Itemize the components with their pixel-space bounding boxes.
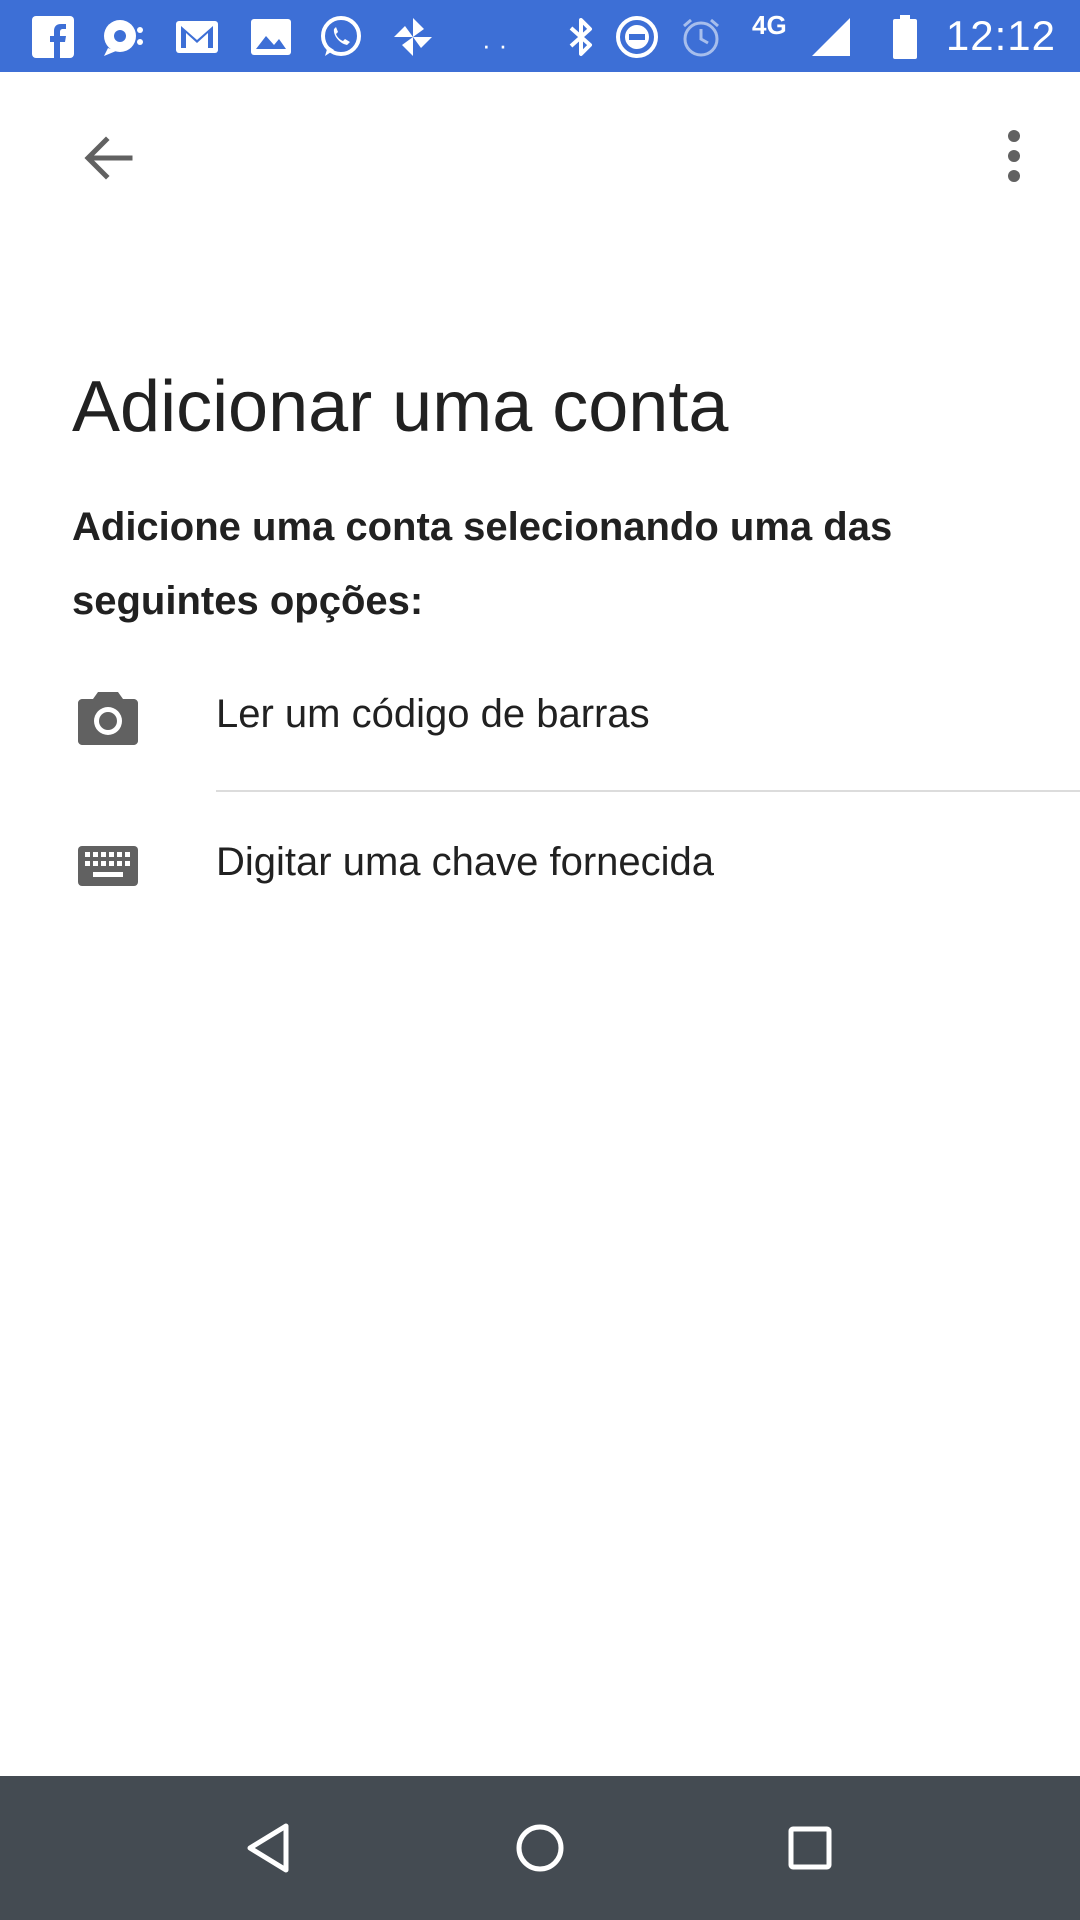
network-type-label: 4G [752,10,787,40]
arrow-back-icon[interactable] [72,122,144,194]
recents-square-icon[interactable] [774,1812,846,1884]
navigation-bar [0,1776,1080,1920]
back-triangle-icon[interactable] [234,1812,306,1884]
page-subtitle: Adicione uma conta selecionando uma das … [72,505,893,623]
enter-key-label: Digitar uma chave fornecida [216,840,715,884]
keyboard-icon [78,846,138,886]
enter-key-option[interactable]: Digitar uma chave fornecida [0,798,1080,938]
page-title: Adicionar uma conta [72,367,729,447]
battery-icon [893,15,917,59]
camera-icon [78,692,138,745]
alarm-icon [683,18,719,57]
gmail-icon [176,21,218,53]
bluetooth-icon [569,18,592,56]
signal-icon [812,18,850,56]
whatsapp-icon [321,16,361,56]
more-notifications-indicator: ·· [482,30,516,60]
home-circle-icon[interactable] [504,1812,576,1884]
pinwheel-icon [394,18,432,56]
chat-icon [104,20,143,56]
divider [216,790,1080,792]
status-bar: ·· 4G 12:12 [0,0,1080,72]
facebook-icon [32,16,74,58]
scan-barcode-label: Ler um código de barras [216,692,650,736]
clock: 12:12 [945,12,1056,59]
app-bar [0,72,1080,240]
more-vert-icon[interactable] [986,122,1046,194]
gallery-icon [251,19,291,55]
scan-barcode-option[interactable]: Ler um código de barras [0,650,1080,790]
do-not-disturb-icon [616,16,658,58]
